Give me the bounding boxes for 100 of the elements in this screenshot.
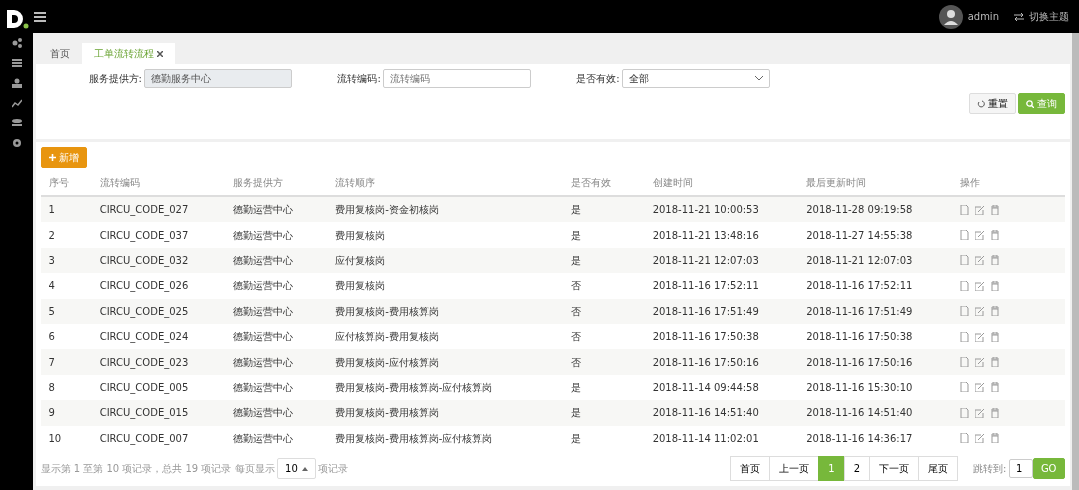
table-cell: 费用复核岗: [327, 273, 563, 299]
table-cell: 德勤运营中心: [224, 298, 328, 324]
users-icon[interactable]: [11, 78, 22, 88]
swap-icon[interactable]: [1014, 12, 1024, 21]
view-icon[interactable]: [959, 280, 970, 291]
table-cell: 否: [562, 323, 645, 350]
view-icon[interactable]: [959, 433, 970, 444]
table-cell: 2018-11-16 15:30:10: [798, 374, 952, 401]
table-cell: 2018-11-21 12:07:03: [798, 247, 952, 274]
delete-icon[interactable]: [989, 255, 1000, 266]
view-icon[interactable]: [959, 204, 970, 215]
chart-icon[interactable]: [11, 98, 22, 108]
edit-icon[interactable]: [974, 204, 985, 215]
page-button[interactable]: 下一页: [869, 455, 919, 481]
table-cell: 费用复核岗-费用核算岗: [327, 298, 563, 324]
delete-icon[interactable]: [989, 433, 1000, 444]
list-icon[interactable]: [11, 58, 22, 68]
view-icon[interactable]: [959, 255, 970, 266]
delete-icon[interactable]: [989, 357, 1000, 368]
page-size-select[interactable]: 10: [277, 457, 316, 479]
view-icon[interactable]: [959, 230, 970, 241]
scrollbar[interactable]: [1072, 33, 1079, 490]
plus-icon: [48, 154, 56, 161]
delete-icon[interactable]: [989, 306, 1000, 317]
jump-label: 跳转到:: [973, 461, 1007, 476]
record-suffix: 项记录: [318, 461, 349, 476]
table-cell: 9: [40, 400, 92, 426]
avatar-icon[interactable]: [938, 4, 963, 29]
delete-icon[interactable]: [989, 331, 1000, 342]
code-field[interactable]: 流转编码: [383, 69, 532, 88]
filter-label: 流转编码:: [337, 72, 381, 86]
delete-icon[interactable]: [989, 407, 1000, 418]
table-cell: 费用复核岗-资金初核岗: [327, 196, 563, 223]
view-icon[interactable]: [959, 306, 970, 317]
delete-icon[interactable]: [989, 382, 1000, 393]
page-button[interactable]: 尾页: [918, 455, 958, 481]
view-icon[interactable]: [959, 357, 970, 368]
page-button[interactable]: 上一页: [769, 455, 820, 481]
table-cell: 德勤运营中心: [224, 323, 328, 350]
edit-icon[interactable]: [974, 357, 985, 368]
theme-switch-link[interactable]: 切换主题: [1029, 9, 1069, 24]
record-summary: 显示第 1 至第 10 项记录，总共 19 项记录 每页显示: [40, 461, 275, 476]
table-cell: 德勤运营中心: [224, 222, 328, 248]
view-icon[interactable]: [959, 331, 970, 342]
settings-icon[interactable]: [11, 138, 22, 148]
table-cell: 德勤运营中心: [224, 196, 328, 223]
table-cell: CIRCU_CODE_026: [91, 273, 225, 299]
layers-icon[interactable]: [11, 118, 22, 128]
table-cell: 费用复核岗-费用核算岗-应付核算岗: [327, 374, 563, 401]
page-input[interactable]: 1: [1008, 458, 1033, 478]
view-icon[interactable]: [959, 382, 970, 393]
delete-icon[interactable]: [989, 280, 1000, 291]
table-cell: CIRCU_CODE_025: [91, 298, 225, 324]
edit-icon[interactable]: [974, 331, 985, 342]
view-icon[interactable]: [959, 407, 970, 418]
user-name[interactable]: admin: [967, 9, 999, 24]
table-cell: 2018-11-16 17:52:11: [798, 273, 952, 299]
provider-field[interactable]: 德勤服务中心: [144, 69, 293, 88]
table-cell: 2018-11-16 17:51:49: [644, 298, 799, 324]
table-cell: 5: [40, 298, 92, 324]
reset-button[interactable]: 重置: [969, 93, 1016, 114]
edit-icon[interactable]: [974, 306, 985, 317]
delete-icon[interactable]: [989, 230, 1000, 241]
table-cell: 2: [40, 222, 92, 248]
table-cell: 是: [562, 247, 645, 274]
table-cell: 德勤运营中心: [224, 425, 328, 451]
edit-icon[interactable]: [974, 433, 985, 444]
table-cell: 2018-11-21 13:48:16: [644, 222, 799, 248]
reset-icon: [977, 99, 985, 108]
table-cell: 2018-11-16 17:52:11: [644, 273, 799, 299]
table-cell: 2018-11-16 17:50:16: [644, 349, 799, 375]
edit-icon[interactable]: [974, 230, 985, 241]
table-cell: 应付复核岗: [327, 247, 563, 274]
edit-icon[interactable]: [974, 255, 985, 266]
edit-icon[interactable]: [974, 280, 985, 291]
search-icon: [1026, 99, 1034, 108]
page-button[interactable]: 首页: [730, 455, 771, 481]
table-cell: 应付核算岗-费用复核岗: [327, 323, 563, 350]
table-cell: 费用复核岗-应付核算岗: [327, 349, 563, 375]
table-cell: CIRCU_CODE_005: [91, 374, 225, 401]
table-cell: 2018-11-21 12:07:03: [644, 247, 799, 274]
table-cell: 是: [562, 400, 645, 426]
status-select[interactable]: 全部: [622, 69, 771, 88]
table-cell: CIRCU_CODE_015: [91, 400, 225, 426]
table-cell: 德勤运营中心: [224, 349, 328, 375]
delete-icon[interactable]: [989, 204, 1000, 215]
edit-icon[interactable]: [974, 382, 985, 393]
table-cell: 2018-11-14 09:44:58: [644, 374, 799, 401]
table-cell: CIRCU_CODE_007: [91, 425, 225, 451]
table-cell: 6: [40, 323, 92, 350]
close-icon[interactable]: [156, 50, 163, 57]
menu-icon[interactable]: [34, 11, 46, 22]
table-cell: 2018-11-16 14:51:40: [798, 400, 952, 426]
table-cell: 3: [40, 247, 92, 274]
table-cell: 8: [40, 374, 92, 401]
edit-icon[interactable]: [974, 407, 985, 418]
share-icon[interactable]: [11, 38, 22, 48]
tab[interactable]: 首页: [38, 43, 82, 64]
table-cell: CIRCU_CODE_027: [91, 196, 225, 223]
table-cell: CIRCU_CODE_037: [91, 222, 225, 248]
